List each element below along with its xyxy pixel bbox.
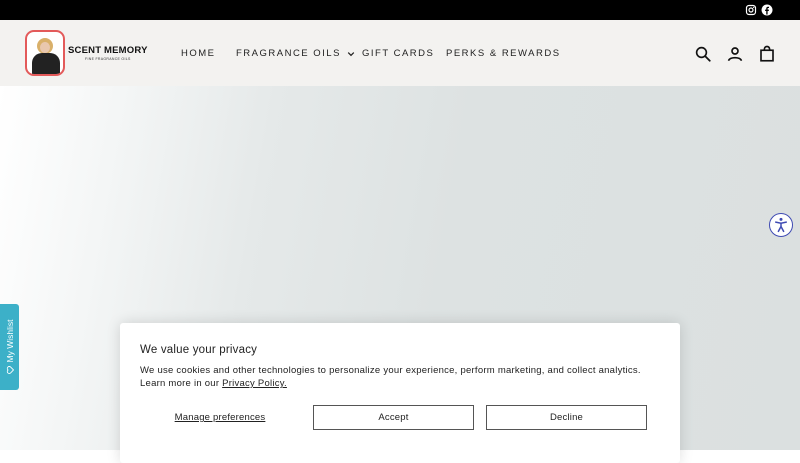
nav-home-label: HOME [181, 48, 216, 59]
nav-gift-cards[interactable]: GIFT CARDS [362, 48, 434, 59]
decline-button[interactable]: Decline [486, 405, 647, 430]
facebook-icon[interactable] [760, 3, 774, 17]
privacy-policy-link[interactable]: Privacy Policy. [222, 378, 287, 389]
instagram-icon[interactable] [744, 3, 758, 17]
accept-button[interactable]: Accept [313, 405, 474, 430]
logo-image [25, 30, 65, 76]
chevron-down-icon [347, 51, 355, 56]
cart-icon[interactable] [758, 45, 776, 63]
wishlist-tab[interactable]: My Wishlist [0, 304, 19, 390]
brand-name: SCENT MEMORY [68, 45, 148, 56]
manage-preferences-link[interactable]: Manage preferences [140, 405, 300, 430]
accessibility-icon [775, 217, 787, 233]
cookie-description: We use cookies and other technologies to… [140, 364, 660, 390]
wishlist-label: My Wishlist [4, 319, 15, 363]
nav-fragrance-oils-label: FRAGRANCE OILS [236, 48, 341, 59]
site-header: SCENT MEMORY FINE FRAGRANCE OILS HOME FR… [0, 20, 800, 86]
nav-fragrance-oils[interactable]: FRAGRANCE OILS [236, 48, 355, 59]
announcement-bar [0, 0, 800, 20]
search-icon[interactable] [694, 45, 712, 63]
nav-home[interactable]: HOME [181, 48, 216, 59]
heart-icon [5, 366, 13, 374]
nav-perks-rewards-label: PERKS & REWARDS [446, 48, 561, 59]
brand-tagline: FINE FRAGRANCE OILS [85, 57, 131, 61]
nav-gift-cards-label: GIFT CARDS [362, 48, 435, 59]
cookie-title: We value your privacy [140, 344, 258, 356]
account-icon[interactable] [726, 45, 744, 63]
brand-logo[interactable]: SCENT MEMORY FINE FRAGRANCE OILS [25, 30, 148, 76]
cookie-consent-banner: We value your privacy We use cookies and… [120, 323, 680, 463]
accessibility-button[interactable] [769, 213, 793, 237]
cookie-text: We use cookies and other technologies to… [140, 365, 641, 389]
nav-perks-rewards[interactable]: PERKS & REWARDS [446, 48, 561, 59]
